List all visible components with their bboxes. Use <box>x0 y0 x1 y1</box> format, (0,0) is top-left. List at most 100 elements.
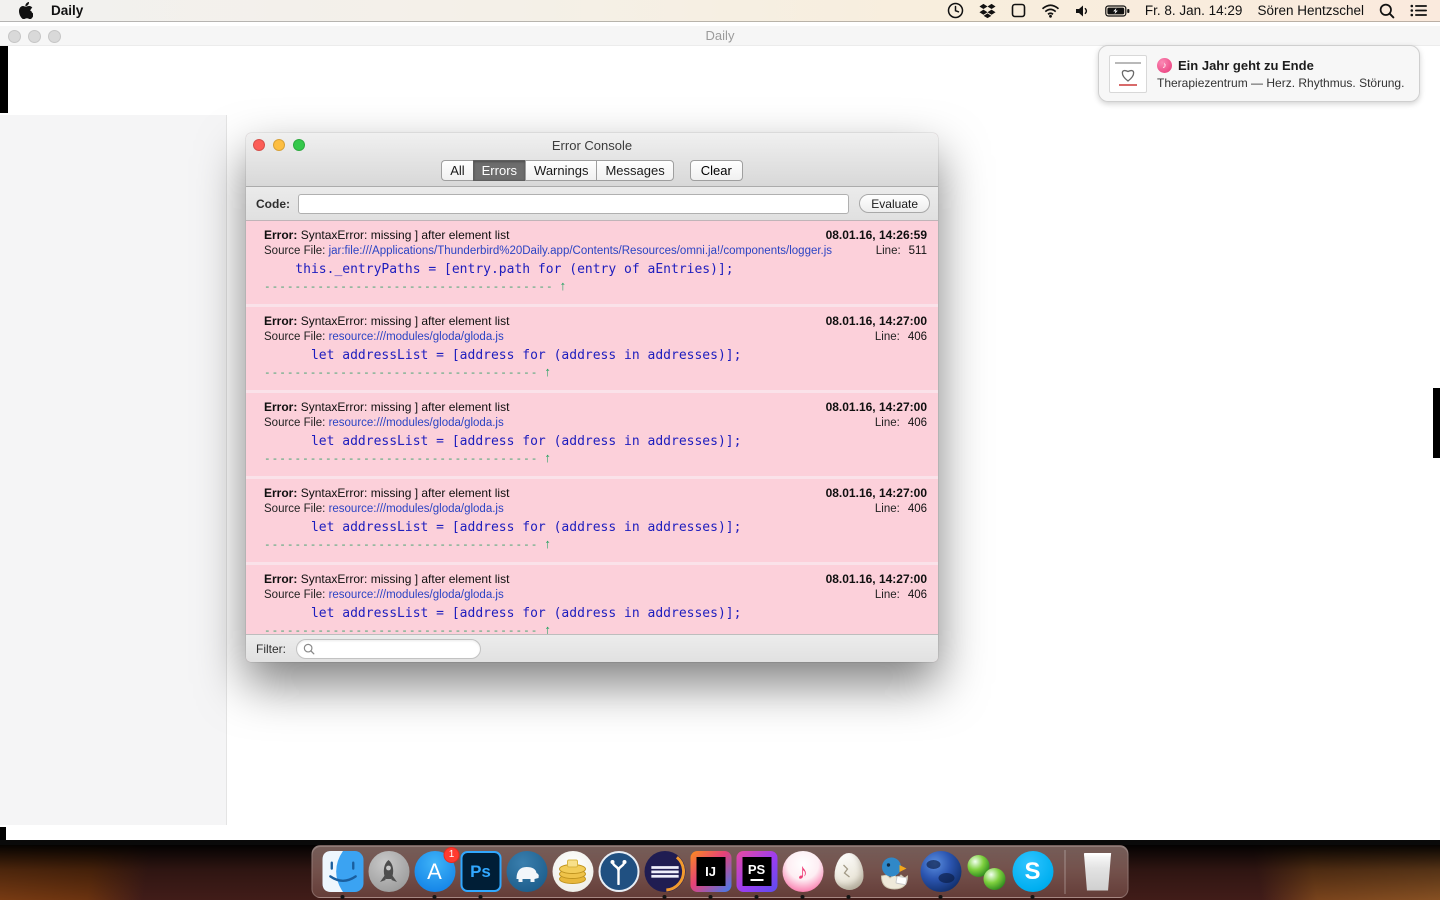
battery-charging-icon[interactable] <box>1105 5 1130 17</box>
error-message: Error: SyntaxError: missing ] after elem… <box>264 314 509 328</box>
menu-bar: Daily Fr. 8. Jan. 14:29 Sören Hentzschel <box>0 0 1440 22</box>
mamp-elephant-icon <box>506 851 548 893</box>
error-entry[interactable]: Error: SyntaxError: missing ] after elem… <box>246 307 938 393</box>
green-orbs-icon <box>966 851 1008 893</box>
dock-item-intellij[interactable]: IJ <box>688 849 734 895</box>
source-file-row: Source File: resource:///modules/gloda/g… <box>264 589 504 601</box>
sequel-pro-pancakes-icon <box>552 851 594 893</box>
dock-item-app-store[interactable]: A 1 <box>412 849 458 895</box>
error-timestamp: 08.01.16, 14:27:00 <box>826 314 927 328</box>
error-entry[interactable]: Error: SyntaxError: missing ] after elem… <box>246 479 938 565</box>
app-store-icon: A 1 <box>414 851 456 893</box>
error-timestamp: 08.01.16, 14:26:59 <box>826 228 927 242</box>
trash-icon <box>1077 851 1119 893</box>
caret-arrow-icon: ↑ <box>544 450 551 465</box>
menu-bar-username[interactable]: Sören Hentzschel <box>1257 3 1364 18</box>
source-file-link[interactable]: resource:///modules/gloda/gloda.js <box>329 331 504 343</box>
clear-button[interactable]: Clear <box>690 160 743 181</box>
dock-item-sourcetree[interactable] <box>596 849 642 895</box>
dock-item-trash[interactable] <box>1075 849 1121 895</box>
tab-all[interactable]: All <box>441 160 472 181</box>
dock-item-egg[interactable] <box>826 849 872 895</box>
display-icon[interactable] <box>1011 3 1026 18</box>
dock-item-finder[interactable] <box>320 849 366 895</box>
background-window-title: Daily <box>0 28 1440 43</box>
filter-tabs: All Errors Warnings Messages <box>441 160 674 181</box>
caret-indicator: ------------------------------------↑ <box>264 364 927 379</box>
source-file-row: Source File: jar:file:///Applications/Th… <box>264 245 832 257</box>
dock-item-launchpad[interactable] <box>366 849 412 895</box>
line-number: Line:406 <box>875 417 927 429</box>
dock-item-mamp[interactable] <box>504 849 550 895</box>
volume-icon[interactable] <box>1075 4 1090 18</box>
dock-item-photoshop[interactable]: Ps <box>458 849 504 895</box>
error-message: Error: SyntaxError: missing ] after elem… <box>264 486 509 500</box>
spotlight-icon[interactable] <box>1379 3 1395 19</box>
filter-search-field[interactable] <box>296 639 481 659</box>
caret-arrow-icon: ↑ <box>560 278 567 293</box>
itunes-note-icon: ♪ <box>782 851 824 893</box>
source-file-link[interactable]: resource:///modules/gloda/gloda.js <box>329 589 504 601</box>
dock-item-phpstorm[interactable]: PS <box>734 849 780 895</box>
filter-bar: Filter: <box>246 634 938 662</box>
source-file-link[interactable]: resource:///modules/gloda/gloda.js <box>329 417 504 429</box>
itunes-icon: ♪ <box>1157 58 1172 73</box>
wifi-icon[interactable] <box>1041 4 1060 18</box>
caret-indicator: ------------------------------------↑ <box>264 622 927 634</box>
source-file-link[interactable]: jar:file:///Applications/Thunderbird%20D… <box>329 245 833 257</box>
cracked-egg-icon <box>828 851 870 893</box>
caret-indicator: ------------------------------------↑ <box>264 450 927 465</box>
error-timestamp: 08.01.16, 14:27:00 <box>826 400 927 414</box>
line-number: Line:511 <box>876 245 927 257</box>
right-edge-strip <box>1433 388 1440 458</box>
tab-messages[interactable]: Messages <box>596 160 673 181</box>
dock-separator <box>1065 850 1066 894</box>
phpstorm-icon: PS <box>736 851 778 893</box>
sourcetree-icon <box>598 851 640 893</box>
notification-center-icon[interactable] <box>1410 4 1428 17</box>
caret-arrow-icon: ↑ <box>544 364 551 379</box>
dock-item-itunes[interactable]: ♪ <box>780 849 826 895</box>
code-eval-bar: Code: Evaluate <box>246 187 938 221</box>
error-message: Error: SyntaxError: missing ] after elem… <box>264 228 509 242</box>
source-file-row: Source File: resource:///modules/gloda/g… <box>264 331 504 343</box>
dock: A 1 Ps IJ PS ♪ <box>312 845 1129 898</box>
tab-errors[interactable]: Errors <box>473 160 525 181</box>
intellij-icon: IJ <box>690 851 732 893</box>
notification-title: Ein Jahr geht zu Ende <box>1178 58 1314 73</box>
error-entry[interactable]: Error: SyntaxError: missing ] after elem… <box>246 565 938 634</box>
menu-bar-clock[interactable]: Fr. 8. Jan. 14:29 <box>1145 3 1243 18</box>
search-icon <box>303 643 315 655</box>
error-message: Error: SyntaxError: missing ] after elem… <box>264 572 509 586</box>
time-machine-icon[interactable] <box>947 2 964 19</box>
dock-item-skype[interactable]: S <box>1010 849 1056 895</box>
source-file-link[interactable]: resource:///modules/gloda/gloda.js <box>329 503 504 515</box>
window-title: Error Console <box>246 138 938 153</box>
dropbox-icon[interactable] <box>979 3 996 19</box>
apple-icon[interactable] <box>18 2 33 19</box>
dock-item-eclipse[interactable] <box>642 849 688 895</box>
background-window-titlebar[interactable]: Daily <box>0 26 1440 46</box>
active-app-name[interactable]: Daily <box>51 3 83 18</box>
photoshop-icon: Ps <box>460 851 502 893</box>
line-number: Line:406 <box>875 503 927 515</box>
filter-label: Filter: <box>256 642 286 656</box>
error-entry[interactable]: Error: SyntaxError: missing ] after elem… <box>246 393 938 479</box>
dock-item-sequel-pro[interactable] <box>550 849 596 895</box>
tab-warnings[interactable]: Warnings <box>525 160 596 181</box>
notification-banner[interactable]: ♪ Ein Jahr geht zu Ende Therapiezentrum … <box>1098 45 1420 102</box>
evaluate-button[interactable]: Evaluate <box>859 194 930 213</box>
nightly-globe-icon <box>920 851 962 893</box>
dock-item-green-orbs[interactable] <box>964 849 1010 895</box>
code-input[interactable] <box>298 194 849 214</box>
filter-input[interactable] <box>315 642 480 656</box>
dock-item-firefox-nightly[interactable] <box>918 849 964 895</box>
background-window-sidebar <box>0 115 227 825</box>
skype-icon: S <box>1012 851 1054 893</box>
error-code-line: let addressList = [address for (address … <box>264 348 927 363</box>
error-entry[interactable]: Error: SyntaxError: missing ] after elem… <box>246 221 938 307</box>
dock-item-thunderbird-daily[interactable] <box>872 849 918 895</box>
error-timestamp: 08.01.16, 14:27:00 <box>826 572 927 586</box>
window-titlebar[interactable]: Error Console All Errors Warnings Messag… <box>246 133 938 187</box>
caret-arrow-icon: ↑ <box>544 536 551 551</box>
